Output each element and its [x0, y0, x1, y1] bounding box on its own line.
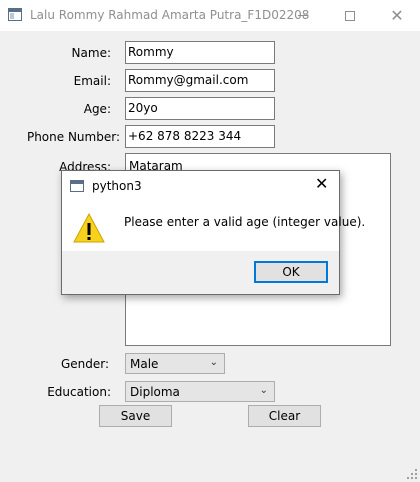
close-icon: ✕ — [315, 174, 329, 193]
chevron-down-icon: ⌄ — [259, 385, 268, 396]
education-selected-value: Diploma — [130, 385, 180, 399]
gender-label: Gender: — [60, 357, 109, 371]
ok-button[interactable]: OK — [254, 261, 328, 283]
title-bar: Lalu Rommy Rahmad Amarta Putra_F1D02208 … — [0, 0, 420, 31]
close-icon: ✕ — [390, 5, 404, 25]
save-button[interactable]: Save — [99, 405, 172, 427]
gender-combobox[interactable]: Male ⌄ — [125, 353, 225, 374]
chevron-down-icon: ⌄ — [209, 357, 218, 368]
app-window-icon — [70, 180, 84, 192]
app-window-icon — [8, 8, 22, 21]
warning-icon — [73, 212, 105, 243]
window-title: Lalu Rommy Rahmad Amarta Putra_F1D02208 — [30, 8, 310, 22]
minimize-button[interactable] — [280, 0, 326, 31]
phone-field[interactable]: +62 878 8223 344 — [125, 125, 275, 148]
education-label: Education: — [47, 385, 111, 399]
email-label: Email: — [73, 74, 111, 88]
resize-grip-icon[interactable] — [406, 468, 418, 480]
dialog-footer: OK — [62, 251, 339, 294]
clear-button[interactable]: Clear — [248, 405, 321, 427]
dialog-message: Please enter a valid age (integer value)… — [124, 215, 366, 229]
maximize-icon — [345, 10, 355, 21]
dialog-close-button[interactable]: ✕ — [315, 176, 328, 192]
dialog-title: python3 — [92, 179, 142, 193]
maximize-button[interactable] — [327, 0, 373, 31]
minimize-icon — [298, 15, 308, 16]
education-combobox[interactable]: Diploma ⌄ — [125, 381, 275, 402]
gender-selected-value: Male — [130, 357, 159, 371]
age-field[interactable]: 20yo — [125, 97, 275, 120]
email-field[interactable]: Rommy@gmail.com — [125, 69, 275, 92]
phone-label: Phone Number: — [26, 130, 120, 144]
close-button[interactable]: ✕ — [374, 0, 420, 31]
dialog-title-bar: python3 ✕ — [62, 171, 339, 201]
age-label: Age: — [83, 102, 111, 116]
name-label: Name: — [71, 46, 111, 60]
name-field[interactable]: Rommy — [125, 41, 275, 64]
message-dialog: python3 ✕ Please enter a valid age (inte… — [61, 170, 365, 295]
